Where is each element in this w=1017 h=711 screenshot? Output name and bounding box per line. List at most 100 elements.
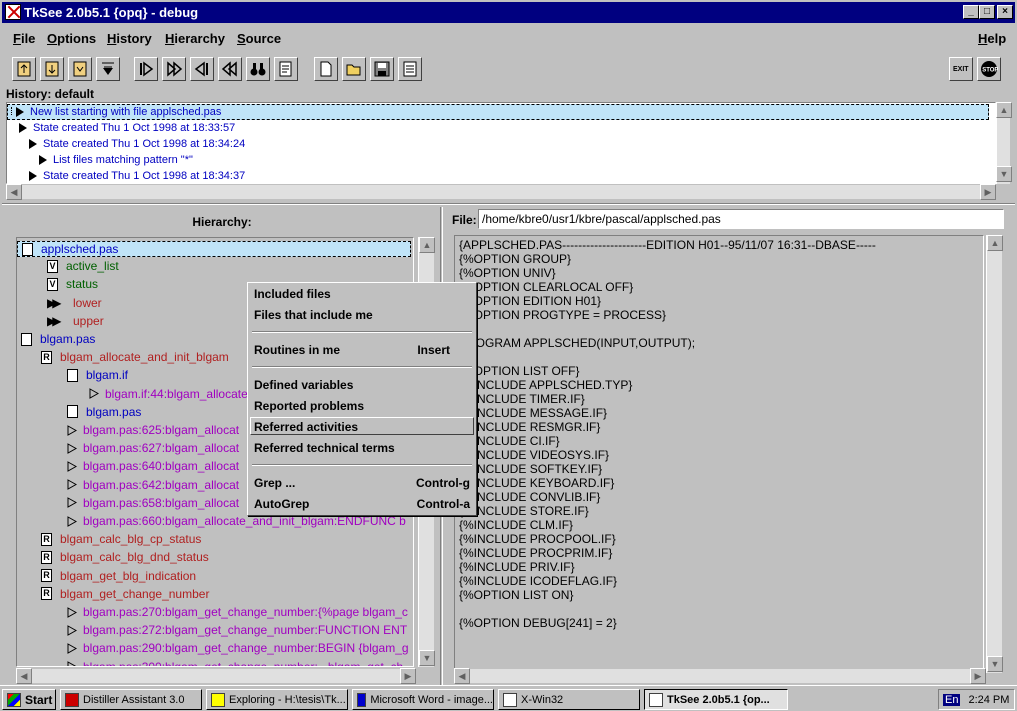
- scroll-up-icon[interactable]: ▲: [987, 235, 1003, 251]
- open-folder-icon[interactable]: [342, 57, 366, 81]
- step-forward-icon[interactable]: [134, 57, 158, 81]
- new-file-icon[interactable]: [314, 57, 338, 81]
- file-icon: [67, 368, 78, 382]
- rewind-icon[interactable]: [218, 57, 242, 81]
- tree-item[interactable]: blgam.pas:290:blgam_get_change_number:BE…: [67, 641, 409, 655]
- source-text[interactable]: {APPLSCHED.PAS---------------------EDITI…: [454, 235, 984, 673]
- menu-grep-shortcut: Control-g: [416, 476, 470, 490]
- history-item[interactable]: State created Thu 1 Oct 1998 at 18:34:37: [29, 170, 245, 182]
- maximize-button[interactable]: □: [979, 5, 995, 19]
- tree-item[interactable]: blgam.pas:640:blgam_allocat: [67, 459, 239, 473]
- tree-item[interactable]: blgam.pas:625:blgam_allocat: [67, 423, 239, 437]
- scroll-up-icon[interactable]: ▲: [996, 102, 1012, 118]
- scroll-down-icon[interactable]: ▼: [419, 650, 435, 666]
- history-list[interactable]: New list starting with file applsched.pa…: [6, 102, 996, 184]
- menu-grep[interactable]: Grep ...: [254, 476, 295, 490]
- menu-defined-variables[interactable]: Defined variables: [254, 378, 353, 392]
- menu-autogrep[interactable]: AutoGrep: [254, 497, 309, 511]
- scroll-left-icon[interactable]: ◀: [16, 668, 32, 684]
- menu-referred-activities[interactable]: Referred activities: [254, 420, 358, 434]
- reference-arrow-icon: [67, 424, 78, 436]
- start-button[interactable]: Start: [2, 689, 56, 710]
- menu-files-include-me[interactable]: Files that include me: [254, 308, 373, 322]
- menu-history[interactable]: History: [107, 31, 152, 46]
- tree-item[interactable]: blgam.if:44:blgam_allocate: [89, 387, 248, 401]
- scroll-right-icon[interactable]: ▶: [980, 184, 996, 200]
- save-icon[interactable]: [370, 57, 394, 81]
- scroll-down-icon[interactable]: ▼: [987, 656, 1003, 672]
- file-icon: [22, 242, 33, 256]
- expand-icon[interactable]: [68, 57, 92, 81]
- history-item[interactable]: New list starting with file applsched.pa…: [11, 106, 221, 118]
- tree-item[interactable]: Vstatus: [47, 277, 98, 291]
- menu-source[interactable]: Source: [237, 31, 281, 46]
- stop-icon[interactable]: STOP: [977, 57, 1001, 81]
- tree-item[interactable]: Rblgam_calc_blg_cp_status: [41, 532, 201, 546]
- routine-icon: R: [41, 550, 52, 564]
- app-icon[interactable]: [5, 4, 21, 20]
- menu-hierarchy[interactable]: Hierarchy: [165, 31, 225, 46]
- arrow-icon: [39, 155, 47, 166]
- tree-item[interactable]: Rblgam_get_change_number: [41, 587, 209, 601]
- tree-item[interactable]: blgam.if: [67, 368, 128, 382]
- language-indicator[interactable]: En: [943, 693, 961, 706]
- tree-item[interactable]: blgam.pas:272:blgam_get_change_number:FU…: [67, 623, 407, 637]
- binoculars-icon[interactable]: [246, 57, 270, 81]
- menu-routines-in-me[interactable]: Routines in me: [254, 343, 340, 357]
- source-hscrollbar[interactable]: ◀ ▶: [454, 668, 986, 684]
- exit-icon[interactable]: EXIT: [949, 57, 973, 81]
- source-line: {%INCLUDE ICODEFLAG.IF}: [459, 574, 618, 588]
- history-hscrollbar[interactable]: ◀ ▶: [6, 184, 996, 200]
- xwin-icon: [503, 692, 517, 707]
- tree-item[interactable]: blgam.pas: [21, 332, 95, 346]
- scroll-left-icon[interactable]: ◀: [454, 668, 470, 684]
- source-vscrollbar[interactable]: ▲ ▼: [986, 235, 1003, 673]
- edit-list-icon[interactable]: [274, 57, 298, 81]
- scroll-up-icon[interactable]: ▲: [419, 237, 435, 253]
- scroll-down-icon[interactable]: ▼: [996, 166, 1012, 182]
- notes-icon[interactable]: [398, 57, 422, 81]
- history-vscrollbar[interactable]: ▲ ▼: [996, 102, 1012, 184]
- tree-item[interactable]: blgam.pas: [67, 405, 141, 419]
- down-file-icon[interactable]: [40, 57, 64, 81]
- tree-item[interactable]: Vactive_list: [47, 259, 119, 273]
- menu-included-files[interactable]: Included files: [254, 287, 331, 301]
- file-path-field[interactable]: /home/kbre0/usr1/kbre/pascal/applsched.p…: [478, 209, 1004, 229]
- close-button[interactable]: ×: [997, 5, 1013, 19]
- menu-options[interactable]: Options: [47, 31, 96, 46]
- menu-reported-problems[interactable]: Reported problems: [254, 399, 364, 413]
- tree-item[interactable]: blgam.pas:627:blgam_allocat: [67, 441, 239, 455]
- tree-item[interactable]: ▶▶ lower: [47, 296, 102, 310]
- up-file-icon[interactable]: [12, 57, 36, 81]
- tree-item[interactable]: blgam.pas:660:blgam_allocate_and_init_bl…: [67, 514, 406, 528]
- menu-referred-technical-terms[interactable]: Referred technical terms: [254, 441, 395, 455]
- menu-help[interactable]: Help: [978, 31, 1006, 46]
- minimize-button[interactable]: _: [963, 5, 979, 19]
- tree-item[interactable]: Rblgam_calc_blg_dnd_status: [41, 550, 209, 564]
- tree-item[interactable]: ▶▶ upper: [47, 314, 104, 328]
- arrow-icon: [16, 107, 24, 118]
- scroll-right-icon[interactable]: ▶: [970, 668, 986, 684]
- history-item[interactable]: State created Thu 1 Oct 1998 at 18:34:24: [29, 138, 245, 150]
- history-item[interactable]: State created Thu 1 Oct 1998 at 18:33:57: [19, 122, 235, 134]
- tree-item[interactable]: Rblgam_allocate_and_init_blgam: [41, 350, 229, 364]
- scroll-left-icon[interactable]: ◀: [6, 184, 22, 200]
- tree-item[interactable]: Rblgam_get_blg_indication: [41, 569, 196, 583]
- scroll-right-icon[interactable]: ▶: [400, 668, 416, 684]
- tree-item[interactable]: blgam.pas:642:blgam_allocat: [67, 478, 239, 492]
- history-item[interactable]: List files matching pattern "*": [39, 154, 193, 166]
- tree-item[interactable]: blgam.pas:270:blgam_get_change_number:{%…: [67, 605, 408, 619]
- taskbar-app[interactable]: X-Win32: [498, 689, 640, 710]
- taskbar-app[interactable]: Exploring - H:\tesis\Tk...: [206, 689, 348, 710]
- tree-item[interactable]: blgam.pas:658:blgam_allocat: [67, 496, 239, 510]
- taskbar-app-active[interactable]: TkSee 2.0b5.1 {op...: [644, 689, 788, 710]
- taskbar-app[interactable]: Microsoft Word - image...: [352, 689, 494, 710]
- hierarchy-hscrollbar[interactable]: ◀ ▶: [16, 668, 416, 684]
- tree-item[interactable]: blgam.pas:300:blgam_get_change_number:..…: [67, 660, 403, 666]
- menu-file[interactable]: File: [13, 31, 35, 46]
- step-back-icon[interactable]: [190, 57, 214, 81]
- collapse-all-icon[interactable]: [96, 57, 120, 81]
- tree-item-selected[interactable]: applsched.pas: [17, 241, 411, 257]
- taskbar-app[interactable]: Distiller Assistant 3.0: [60, 689, 202, 710]
- fast-forward-icon[interactable]: [162, 57, 186, 81]
